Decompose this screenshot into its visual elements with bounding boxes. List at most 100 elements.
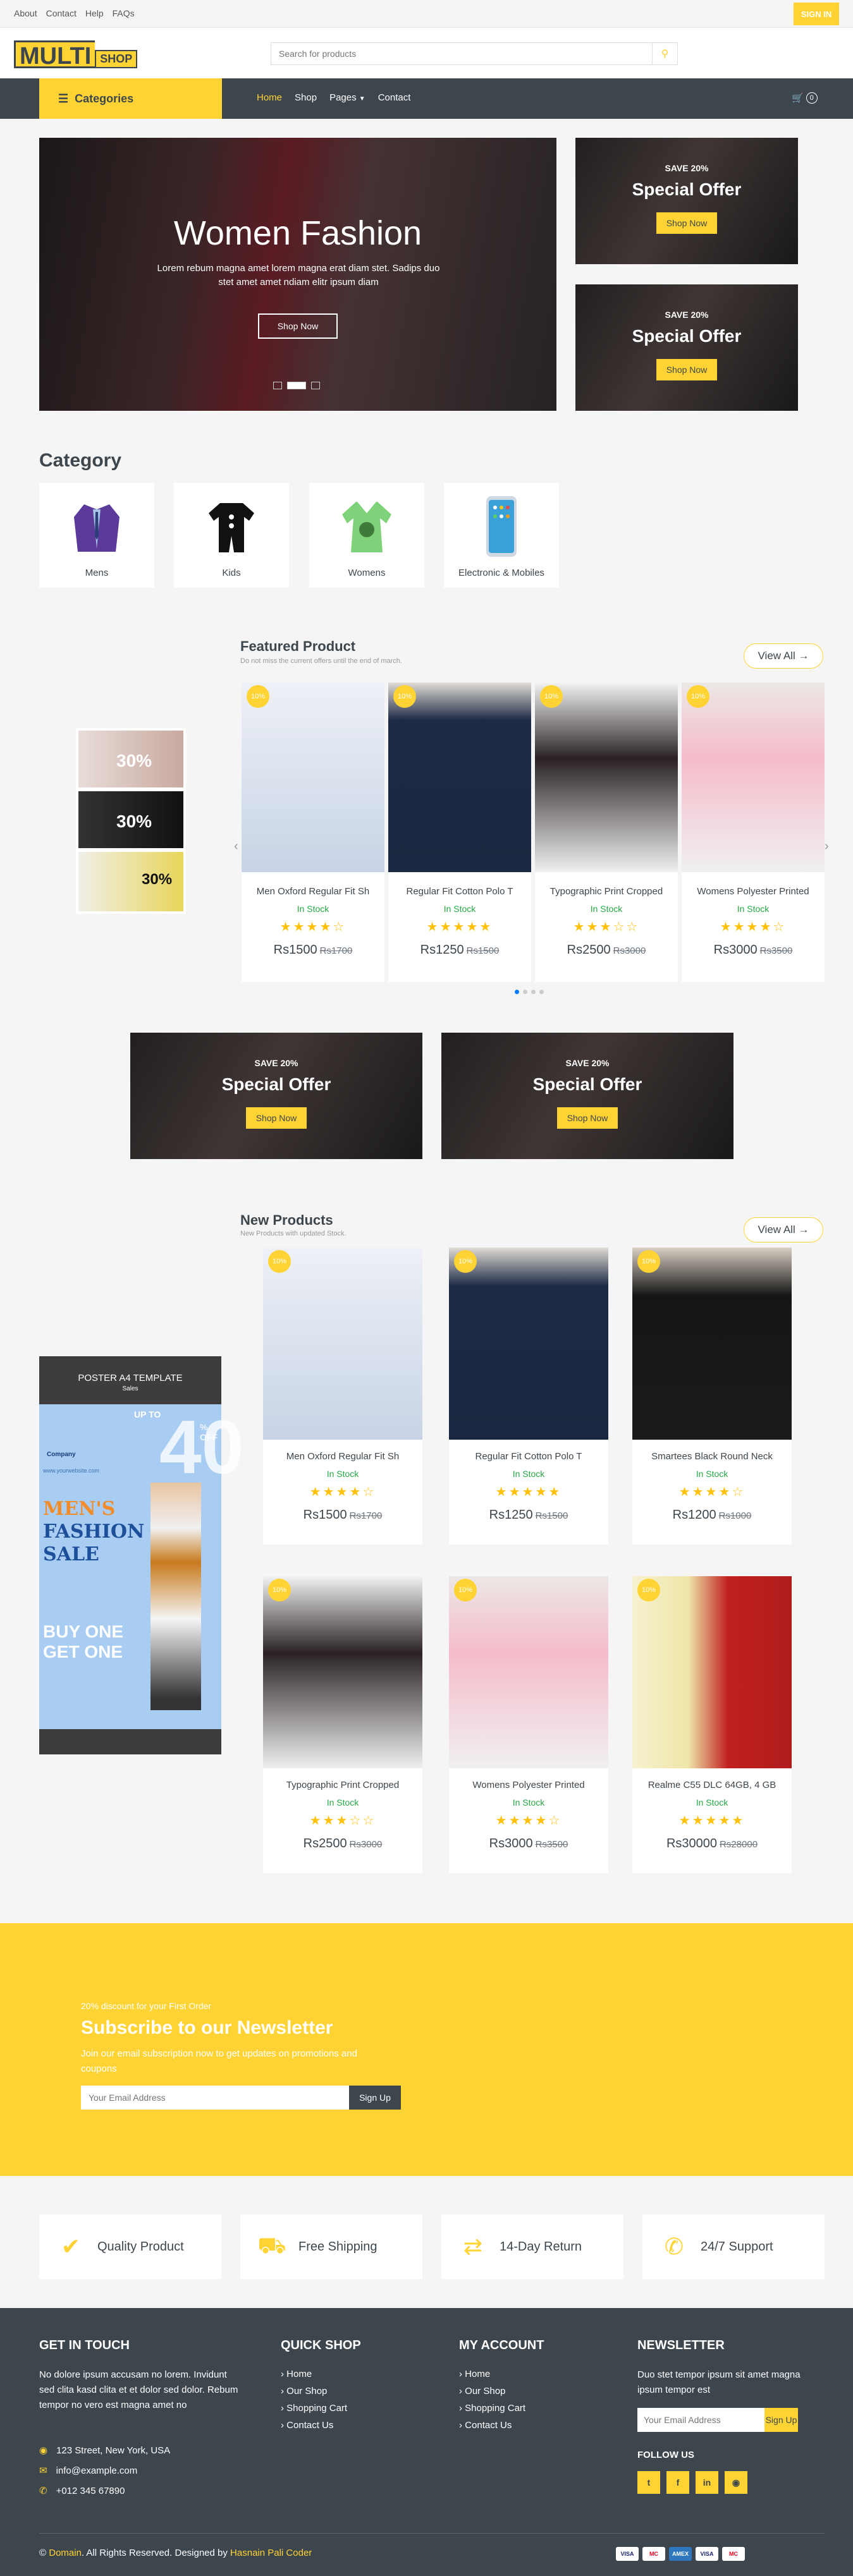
contact-link[interactable]: Contact	[46, 8, 77, 18]
product-name[interactable]: Realme C55 DLC 64GB, 4 GB	[632, 1780, 792, 1790]
product-card[interactable]: 10% Men Oxford Regular Fit Sh In Stock ★…	[242, 683, 384, 982]
product-pagination	[515, 990, 544, 994]
old-price: Rs3500	[759, 945, 793, 956]
product-name[interactable]: Typographic Print Cropped	[535, 886, 678, 897]
new-products-view-all-button[interactable]: View All →	[744, 1217, 823, 1242]
facebook-icon[interactable]: f	[666, 2471, 689, 2494]
product-card[interactable]: 10% Regular Fit Cotton Polo T In Stock ★…	[449, 1248, 608, 1545]
prev-arrow-icon[interactable]: ‹	[234, 839, 238, 854]
footer-link[interactable]: › Home	[281, 2369, 347, 2379]
mastercard-icon: MC	[722, 2547, 745, 2561]
faqs-link[interactable]: FAQs	[113, 8, 135, 18]
nav-pages[interactable]: Pages ▼	[329, 92, 365, 103]
cart-button[interactable]: 🛒 0	[792, 92, 818, 104]
next-arrow-icon[interactable]: ›	[825, 839, 829, 854]
product-name[interactable]: Womens Polyester Printed	[449, 1780, 608, 1790]
product-price: Rs1500 Rs1700	[242, 943, 384, 957]
carousel-dot-active[interactable]	[287, 382, 306, 389]
product-card[interactable]: 10% Typographic Print Cropped In Stock ★…	[535, 683, 678, 982]
logo-part1: MULTI	[14, 40, 95, 70]
nav-home[interactable]: Home	[257, 92, 282, 103]
help-link[interactable]: Help	[85, 8, 104, 18]
product-card[interactable]: 10% Realme C55 DLC 64GB, 4 GB In Stock ★…	[632, 1576, 792, 1873]
footer-link[interactable]: › Our Shop	[281, 2386, 347, 2397]
product-card[interactable]: 10% Smartees Black Round Neck In Stock ★…	[632, 1248, 792, 1545]
category-card-kids[interactable]: Kids	[174, 483, 289, 588]
twitter-icon[interactable]: t	[637, 2471, 660, 2494]
top-links: About Contact Help FAQs	[14, 8, 135, 18]
hero-text: Lorem rebum magna amet lorem magna erat …	[157, 263, 440, 288]
footer-link[interactable]: › Home	[459, 2369, 525, 2379]
nav-shop[interactable]: Shop	[295, 92, 317, 103]
product-card[interactable]: 10% Men Oxford Regular Fit Sh In Stock ★…	[263, 1248, 422, 1545]
featured-side-banner: 30% 30% 30%	[76, 728, 186, 914]
product-image	[632, 1248, 792, 1440]
pagination-dot[interactable]	[539, 990, 544, 994]
about-link[interactable]: About	[14, 8, 37, 18]
newsletter-signup-button[interactable]: Sign Up	[349, 2086, 401, 2110]
offer-title: Special Offer	[532, 1074, 642, 1094]
carousel-dot[interactable]	[311, 382, 320, 389]
product-card[interactable]: 10% Womens Polyester Printed In Stock ★★…	[449, 1576, 608, 1873]
logo[interactable]: MULTI SHOP	[14, 40, 138, 70]
offer-card: SAVE 20% Special Offer Shop Now	[575, 138, 798, 264]
product-name[interactable]: Smartees Black Round Neck	[632, 1451, 792, 1462]
old-price: Rs3000	[349, 1839, 383, 1850]
phone-icon	[470, 492, 533, 561]
nav-contact[interactable]: Contact	[378, 92, 411, 103]
search-icon[interactable]: ⚲	[652, 43, 677, 64]
footer-link[interactable]: › Our Shop	[459, 2386, 525, 2397]
address-text: 123 Street, New York, USA	[56, 2445, 171, 2456]
product-card[interactable]: 10% Regular Fit Cotton Polo T In Stock ★…	[388, 683, 531, 982]
email-text[interactable]: info@example.com	[56, 2464, 138, 2479]
feature-label: 14-Day Return	[500, 2239, 582, 2254]
featured-view-all-button[interactable]: View All →	[744, 643, 823, 669]
product-name[interactable]: Regular Fit Cotton Polo T	[388, 886, 531, 897]
product-image	[263, 1248, 422, 1440]
footer-signup-button[interactable]: Sign Up	[764, 2408, 798, 2432]
hero-shop-now-button[interactable]: Shop Now	[258, 313, 338, 339]
old-price: Rs1500	[466, 945, 500, 956]
carousel-indicators	[273, 382, 320, 389]
linkedin-icon[interactable]: in	[696, 2471, 718, 2494]
mens-icon	[65, 492, 128, 561]
stock-status: In Stock	[696, 1797, 728, 1807]
payment-icons: VISA MC AMEX VISA MC	[616, 2547, 745, 2561]
product-image	[449, 1248, 608, 1440]
carousel-dot[interactable]	[273, 382, 282, 389]
price: Rs3000	[489, 1837, 533, 1850]
offer-shop-now-button[interactable]: Shop Now	[656, 212, 717, 234]
categories-button[interactable]: ☰ Categories	[39, 78, 222, 119]
footer-link[interactable]: › Shopping Cart	[459, 2403, 525, 2414]
product-card[interactable]: 10% Typographic Print Cropped In Stock ★…	[263, 1576, 422, 1873]
product-name[interactable]: Typographic Print Cropped	[263, 1780, 422, 1790]
category-card-electronics[interactable]: Electronic & Mobiles	[444, 483, 559, 588]
product-name[interactable]: Womens Polyester Printed	[682, 886, 825, 897]
domain-link[interactable]: Domain	[49, 2548, 82, 2558]
footer-email-input[interactable]	[637, 2408, 764, 2432]
instagram-icon[interactable]: ◉	[725, 2471, 747, 2494]
product-name[interactable]: Men Oxford Regular Fit Sh	[242, 886, 384, 897]
stock-status: In Stock	[326, 1469, 359, 1479]
search-input[interactable]	[271, 43, 652, 64]
offer-shop-now-button[interactable]: Shop Now	[246, 1107, 307, 1129]
poster-banner: POSTER A4 TEMPLATE Sales UP TO 40 % OFF …	[39, 1356, 243, 1754]
designer-link[interactable]: Hasnain Pali Coder	[230, 2548, 312, 2558]
category-card-womens[interactable]: Womens	[309, 483, 424, 588]
product-card[interactable]: 10% Womens Polyester Printed In Stock ★★…	[682, 683, 825, 982]
footer-link[interactable]: › Contact Us	[459, 2420, 525, 2431]
sign-in-button[interactable]: SIGN IN	[794, 3, 839, 25]
offer-shop-now-button[interactable]: Shop Now	[557, 1107, 618, 1129]
category-card-mens[interactable]: Mens	[39, 483, 154, 588]
pagination-dot[interactable]	[523, 990, 527, 994]
offer-shop-now-button[interactable]: Shop Now	[656, 359, 717, 380]
product-name[interactable]: Men Oxford Regular Fit Sh	[263, 1451, 422, 1462]
product-price: Rs1200 Rs1000	[632, 1508, 792, 1522]
newsletter-email-input[interactable]	[81, 2086, 349, 2110]
pagination-dot-active[interactable]	[515, 990, 519, 994]
footer-link[interactable]: › Contact Us	[281, 2420, 347, 2431]
pagination-dot[interactable]	[531, 990, 536, 994]
footer-link[interactable]: › Shopping Cart	[281, 2403, 347, 2414]
product-name[interactable]: Regular Fit Cotton Polo T	[449, 1451, 608, 1462]
link-label: Shopping Cart	[465, 2403, 526, 2414]
